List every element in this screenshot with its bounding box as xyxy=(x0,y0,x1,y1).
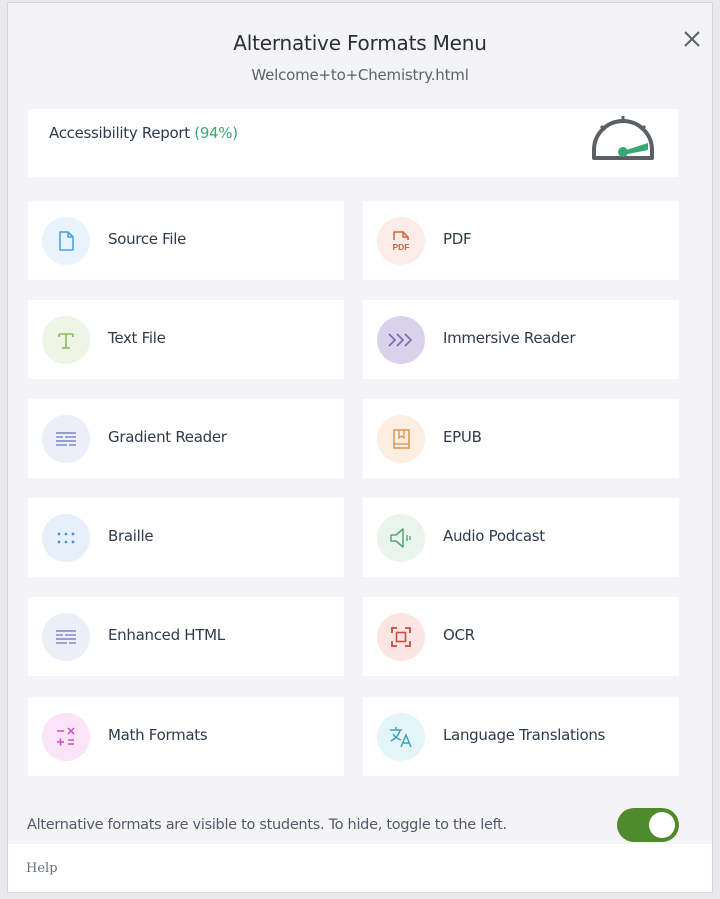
scan-icon xyxy=(377,613,425,661)
toggle-knob xyxy=(649,812,675,838)
enhanced-lines-icon xyxy=(42,613,90,661)
format-label: Language Translations xyxy=(443,726,606,744)
report-percent: (94%) xyxy=(194,124,238,142)
book-icon xyxy=(377,415,425,463)
format-label: OCR xyxy=(443,626,475,644)
format-card-braille[interactable]: Braille xyxy=(28,498,344,577)
help-link[interactable]: Help xyxy=(26,861,58,876)
format-card-text-file[interactable]: Text File xyxy=(28,300,344,379)
format-label: Audio Podcast xyxy=(443,527,545,545)
format-card-gradient-reader[interactable]: Gradient Reader xyxy=(28,399,344,478)
format-card-math-formats[interactable]: Math Formats xyxy=(28,697,344,776)
translate-icon xyxy=(377,713,425,761)
format-label: Immersive Reader xyxy=(443,329,576,347)
format-label: EPUB xyxy=(443,428,482,446)
dialog-title: Alternative Formats Menu xyxy=(233,31,487,55)
chevrons-right-icon xyxy=(377,316,425,364)
format-card-audio-podcast[interactable]: Audio Podcast xyxy=(363,498,679,577)
alternative-formats-dialog: Alternative Formats Menu Welcome+to+Chem… xyxy=(7,2,713,893)
format-card-enhanced-html[interactable]: Enhanced HTML xyxy=(28,597,344,676)
format-label: Braille xyxy=(108,527,154,545)
close-icon xyxy=(684,31,700,47)
visibility-toggle[interactable] xyxy=(617,808,679,842)
accessibility-report-label: Accessibility Report (94%) xyxy=(49,124,238,142)
text-t-icon xyxy=(42,316,90,364)
format-label: Source File xyxy=(108,230,187,248)
format-label: Gradient Reader xyxy=(108,428,227,446)
format-label: Enhanced HTML xyxy=(108,626,225,644)
gradient-lines-icon xyxy=(42,415,90,463)
file-icon xyxy=(42,217,90,265)
format-card-ocr[interactable]: OCR xyxy=(363,597,679,676)
braille-dots-icon xyxy=(42,514,90,562)
format-label: Text File xyxy=(108,329,166,347)
math-symbols-icon xyxy=(42,713,90,761)
dialog-subtitle: Welcome+to+Chemistry.html xyxy=(251,66,469,84)
accessibility-report-card[interactable]: Accessibility Report (94%) xyxy=(28,109,678,177)
format-label: PDF xyxy=(443,230,472,248)
speaker-icon xyxy=(377,514,425,562)
close-button[interactable] xyxy=(678,25,706,53)
help-bar: Help xyxy=(8,844,712,892)
format-card-epub[interactable]: EPUB xyxy=(363,399,679,478)
report-label-text: Accessibility Report xyxy=(49,124,190,142)
pdf-icon: PDF xyxy=(377,217,425,265)
format-label: Math Formats xyxy=(108,726,208,744)
format-card-source-file[interactable]: Source File xyxy=(28,201,344,280)
format-card-pdf[interactable]: PDF PDF xyxy=(363,201,679,280)
speedometer-icon xyxy=(592,116,654,160)
visibility-note: Alternative formats are visible to stude… xyxy=(27,817,507,833)
format-card-immersive-reader[interactable]: Immersive Reader xyxy=(363,300,679,379)
format-card-language-translations[interactable]: Language Translations xyxy=(363,697,679,776)
svg-text:PDF: PDF xyxy=(393,242,410,252)
